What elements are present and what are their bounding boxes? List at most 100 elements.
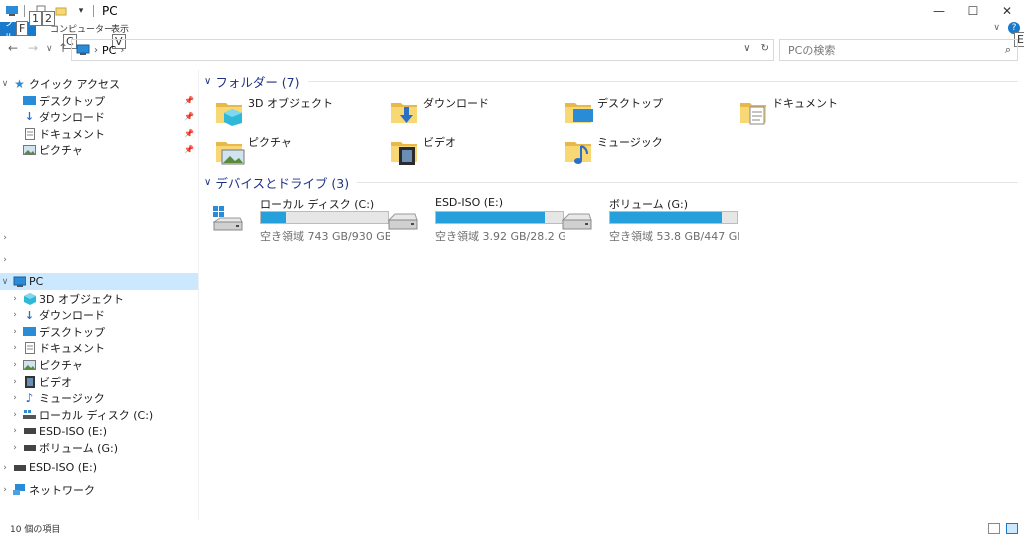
refresh-button[interactable]: ↻: [761, 43, 769, 54]
chevron-right-icon[interactable]: ›: [10, 426, 20, 436]
chevron-right-icon[interactable]: ›: [10, 343, 20, 353]
nav-label: ボリューム (G:): [39, 441, 118, 455]
customize-quick-access-icon[interactable]: ▾: [73, 3, 89, 19]
chevron-right-icon[interactable]: ›: [0, 463, 10, 473]
chevron-right-icon[interactable]: ›: [10, 327, 20, 337]
search-input[interactable]: PCの検索 ⌕: [779, 39, 1018, 61]
separator: [93, 5, 94, 17]
tab-computer[interactable]: コンピューター: [50, 22, 113, 35]
breadcrumb-separator[interactable]: ›: [120, 45, 124, 56]
drive-tile[interactable]: ESD-ISO (E:) 空き領域 3.92 GB/28.2 GB: [387, 196, 565, 244]
drives-group-header[interactable]: ∨ デバイスとドライブ (3): [200, 173, 1018, 191]
new-folder-icon[interactable]: [53, 3, 69, 19]
chevron-right-icon[interactable]: ›: [0, 485, 10, 495]
folder-tile[interactable]: ドキュメント: [738, 95, 908, 131]
drive-usage-bar: [260, 211, 389, 224]
chevron-down-icon[interactable]: ∨: [204, 76, 211, 87]
up-button[interactable]: ↑: [58, 41, 68, 55]
nav-qa-download[interactable]: ↓ ダウンロード 📌: [0, 108, 198, 125]
nav-pc[interactable]: ∨ PC: [0, 273, 198, 290]
chevron-right-icon[interactable]: ›: [10, 360, 20, 370]
folder-tile[interactable]: デスクトップ: [563, 95, 733, 131]
nav-qa-desktop[interactable]: デスクトップ 📌: [0, 92, 198, 109]
download-icon: ↓: [24, 308, 35, 322]
nav-pc-item[interactable]: › ピクチャ: [0, 356, 198, 373]
nav-pc-item[interactable]: › ♪ ミュージック: [0, 390, 198, 407]
window-controls: — ☐ ✕: [922, 0, 1024, 22]
nav-pc-item[interactable]: › ボリューム (G:): [0, 439, 198, 456]
folder-name: ダウンロード: [423, 97, 489, 110]
nav-esd-iso[interactable]: › ESD-ISO (E:): [0, 459, 198, 476]
address-row: ← → ∨ ↑ › PC › ∨ ↻ PCの検索 ⌕: [0, 39, 1024, 61]
nav-label: デスクトップ: [39, 94, 105, 108]
drive-icon: [13, 461, 26, 474]
chevron-right-icon[interactable]: ›: [10, 294, 20, 304]
nav-collapsed-1[interactable]: ›: [0, 229, 198, 246]
maximize-button[interactable]: ☐: [956, 0, 990, 22]
chevron-right-icon[interactable]: ›: [10, 310, 20, 320]
pane-divider[interactable]: [198, 70, 199, 520]
folders-group-header[interactable]: ∨ フォルダー (7): [200, 72, 1018, 90]
video-icon: [389, 134, 421, 166]
folder-tile[interactable]: ピクチャ: [214, 134, 384, 170]
folder-name: デスクトップ: [597, 97, 663, 110]
chevron-down-icon[interactable]: ∨: [0, 79, 10, 89]
folder-tile[interactable]: 3D オブジェクト: [214, 95, 384, 131]
chevron-right-icon[interactable]: ›: [10, 393, 20, 403]
nav-pc-item[interactable]: › デスクトップ: [0, 323, 198, 340]
ribbon-tabs: ファイル コンピューター 表示 ∨ ?: [0, 18, 1024, 44]
breadcrumb-pc[interactable]: PC: [102, 44, 116, 57]
nav-collapsed-2[interactable]: ›: [0, 251, 198, 268]
chevron-right-icon[interactable]: ›: [0, 233, 10, 243]
drive-icon: [23, 425, 36, 438]
minimize-button[interactable]: —: [922, 0, 956, 22]
local-disk-icon: [23, 408, 36, 421]
close-button[interactable]: ✕: [990, 0, 1024, 22]
chevron-right-icon[interactable]: ›: [10, 377, 20, 387]
address-bar[interactable]: › PC › ∨ ↻: [71, 39, 774, 61]
drive-tile[interactable]: ボリューム (G:) 空き領域 53.8 GB/447 GB: [561, 196, 739, 244]
forward-button[interactable]: →: [28, 41, 38, 55]
address-dropdown-button[interactable]: ∨: [743, 43, 750, 54]
search-icon[interactable]: ⌕: [1005, 43, 1011, 57]
folders-group-title: フォルダー (7): [215, 74, 300, 90]
nav-pc-item[interactable]: › ↓ ダウンロード: [0, 307, 198, 324]
chevron-down-icon[interactable]: ∨: [0, 277, 10, 287]
drive-usage-bar: [609, 211, 738, 224]
recent-locations-button[interactable]: ∨: [46, 44, 53, 54]
nav-pc-item[interactable]: › ローカル ディスク (C:): [0, 406, 198, 423]
back-button[interactable]: ←: [8, 41, 18, 55]
folder-tile[interactable]: ミュージック: [563, 134, 733, 170]
chevron-down-icon[interactable]: ∨: [204, 177, 211, 188]
tiles-view-icon[interactable]: [1006, 523, 1018, 534]
details-view-icon[interactable]: [988, 523, 1000, 534]
chevron-right-icon[interactable]: ›: [10, 410, 20, 420]
nav-qa-pictures[interactable]: ピクチャ 📌: [0, 141, 198, 158]
desktop-icon: [23, 94, 36, 107]
nav-pc-item[interactable]: › ドキュメント: [0, 340, 198, 357]
nav-label: ピクチャ: [39, 143, 83, 157]
drive-tile[interactable]: ローカル ディスク (C:) 空き領域 743 GB/930 GB: [212, 196, 390, 244]
nav-pc-item[interactable]: › 3D オブジェクト: [0, 290, 198, 307]
download-icon: ↓: [24, 110, 35, 123]
video-icon: [23, 375, 36, 388]
document-icon: [23, 342, 36, 355]
window-title: PC: [102, 4, 118, 18]
breadcrumb-separator[interactable]: ›: [94, 45, 98, 56]
nav-network[interactable]: › ネットワーク: [0, 481, 198, 498]
drive-name: ローカル ディスク (C:): [260, 198, 375, 211]
folder-tile[interactable]: ダウンロード: [389, 95, 559, 131]
expand-ribbon-icon[interactable]: ∨: [993, 23, 1000, 33]
nav-qa-documents[interactable]: ドキュメント 📌: [0, 125, 198, 142]
folder-tile[interactable]: ビデオ: [389, 134, 559, 170]
chevron-right-icon[interactable]: ›: [0, 255, 10, 265]
star-icon: ★: [14, 76, 25, 91]
nav-pc-item[interactable]: › ESD-ISO (E:): [0, 423, 198, 440]
nav-pc-item[interactable]: › ビデオ: [0, 373, 198, 390]
document-icon: [23, 127, 36, 140]
chevron-right-icon[interactable]: ›: [10, 443, 20, 453]
desktop-icon: [563, 95, 595, 127]
local-disk-icon: [212, 206, 244, 234]
nav-quick-access[interactable]: ∨ ★ クイック アクセス: [0, 75, 198, 92]
document-icon: [738, 95, 770, 127]
